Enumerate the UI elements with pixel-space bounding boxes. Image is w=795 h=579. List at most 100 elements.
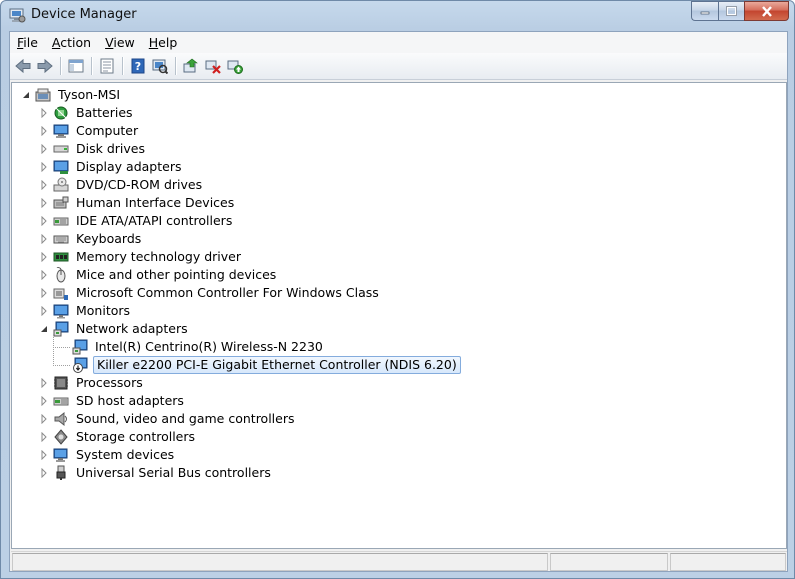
tree-device-item[interactable]: Killer e2200 PCI-E Gigabit Ethernet Cont… xyxy=(58,356,461,374)
tree-item-label: IDE ATA/ATAPI controllers xyxy=(76,213,233,228)
tree-item-label: Tyson-MSI xyxy=(58,87,121,102)
tree-item-label: System devices xyxy=(76,447,175,462)
expand-arrow-icon[interactable] xyxy=(39,252,49,262)
tree-connector xyxy=(53,347,70,348)
network-adapter-icon xyxy=(72,339,88,355)
tree-category-dvd-cd-rom-drives[interactable]: DVD/CD-ROM drives xyxy=(39,176,204,194)
tree-category-mice-and-other-pointing-devices[interactable]: Mice and other pointing devices xyxy=(39,266,278,284)
status-bar xyxy=(11,551,787,571)
expand-arrow-icon[interactable] xyxy=(39,288,49,298)
properties-icon xyxy=(100,58,114,74)
hid-icon xyxy=(53,195,69,211)
menu-action[interactable]: Action xyxy=(45,33,98,52)
minimize-button[interactable] xyxy=(691,1,718,21)
tree-category-batteries[interactable]: Batteries xyxy=(39,104,135,122)
tree-category-computer[interactable]: Computer xyxy=(39,122,140,140)
title-bar[interactable]: Device Manager xyxy=(1,1,794,31)
computer-root-icon xyxy=(35,87,51,103)
expand-arrow-icon[interactable] xyxy=(39,432,49,442)
close-button[interactable] xyxy=(744,1,789,21)
tree-category-memory-technology-driver[interactable]: Memory technology driver xyxy=(39,248,243,266)
maximize-button[interactable] xyxy=(718,1,744,21)
collapse-arrow-icon[interactable] xyxy=(39,324,49,334)
tree-item-label: Batteries xyxy=(76,105,133,120)
tree-item-label: DVD/CD-ROM drives xyxy=(76,177,203,192)
device-tree[interactable]: Tyson-MSI Batteries Computer Disk drives Dis… xyxy=(11,82,787,549)
menu-file[interactable]: File xyxy=(10,33,45,52)
tree-category-ide-ata-atapi-controllers[interactable]: IDE ATA/ATAPI controllers xyxy=(39,212,234,230)
ide-controller-icon xyxy=(53,213,69,229)
tree-category-universal-serial-bus-controllers[interactable]: Universal Serial Bus controllers xyxy=(39,464,273,482)
tree-item-label: Network adapters xyxy=(76,321,188,336)
tree-category-processors[interactable]: Processors xyxy=(39,374,145,392)
tree-category-display-adapters[interactable]: Display adapters xyxy=(39,158,183,176)
tree-device-item[interactable]: Intel(R) Centrino(R) Wireless-N 2230 xyxy=(58,338,325,356)
tree-category-disk-drives[interactable]: Disk drives xyxy=(39,140,147,158)
expand-arrow-icon[interactable] xyxy=(39,450,49,460)
scan-hardware-button[interactable] xyxy=(149,55,171,77)
status-cell xyxy=(670,553,786,571)
help-icon: ? xyxy=(131,58,145,74)
tree-category-keyboards[interactable]: Keyboards xyxy=(39,230,143,248)
tree-category-system-devices[interactable]: System devices xyxy=(39,446,176,464)
toolbar-separator xyxy=(60,57,61,75)
menu-bar: File Action View Help xyxy=(10,32,787,53)
expand-arrow-icon[interactable] xyxy=(39,144,49,154)
tree-item-label: Computer xyxy=(76,123,139,138)
expand-arrow-icon[interactable] xyxy=(39,270,49,280)
tree-category-monitors[interactable]: Monitors xyxy=(39,302,132,320)
tree-connector xyxy=(53,365,70,366)
uninstall-button[interactable] xyxy=(202,55,224,77)
expand-arrow-icon[interactable] xyxy=(39,468,49,478)
enable-device-icon xyxy=(227,60,243,74)
expand-arrow-icon[interactable] xyxy=(39,234,49,244)
help-button[interactable]: ? xyxy=(127,55,149,77)
forward-button[interactable] xyxy=(34,55,56,77)
close-icon xyxy=(761,5,772,17)
tree-category-storage-controllers[interactable]: Storage controllers xyxy=(39,428,197,446)
window-title: Device Manager xyxy=(31,7,137,22)
computer-icon xyxy=(53,123,69,139)
menu-view[interactable]: View xyxy=(98,33,142,52)
disk-drive-icon xyxy=(53,141,69,157)
device-manager-icon xyxy=(9,8,26,23)
expand-arrow-icon[interactable] xyxy=(39,180,49,190)
tree-item-label: Storage controllers xyxy=(76,429,196,444)
expand-arrow-icon[interactable] xyxy=(39,198,49,208)
expand-arrow-icon[interactable] xyxy=(39,306,49,316)
tree-category-network-adapters[interactable]: Network adapters xyxy=(39,320,190,338)
tree-item-label: Monitors xyxy=(76,303,131,318)
caption-buttons xyxy=(691,1,789,21)
menu-help[interactable]: Help xyxy=(142,33,185,52)
tree-category-sound-video-and-game-controllers[interactable]: Sound, video and game controllers xyxy=(39,410,297,428)
expand-arrow-icon[interactable] xyxy=(39,414,49,424)
expand-arrow-icon[interactable] xyxy=(39,162,49,172)
memory-icon xyxy=(53,249,69,265)
usb-icon xyxy=(53,465,69,481)
tree-category-microsoft-common-controller-for-windows-class[interactable]: Microsoft Common Controller For Windows … xyxy=(39,284,381,302)
uninstall-device-icon xyxy=(205,60,221,74)
expand-arrow-icon[interactable] xyxy=(39,126,49,136)
tree-category-human-interface-devices[interactable]: Human Interface Devices xyxy=(39,194,236,212)
expand-arrow-icon[interactable] xyxy=(39,216,49,226)
processor-icon xyxy=(53,375,69,391)
expand-arrow-icon[interactable] xyxy=(39,378,49,388)
dvd-drive-icon xyxy=(53,177,69,193)
tree-item-label: Processors xyxy=(76,375,143,390)
back-arrow-icon xyxy=(15,58,31,74)
expand-arrow-icon[interactable] xyxy=(39,108,49,118)
device-manager-window: Device Manager File Action View Help ? T… xyxy=(0,0,795,579)
tree-connector xyxy=(53,334,54,366)
back-button[interactable] xyxy=(12,55,34,77)
collapse-arrow-icon[interactable] xyxy=(21,90,31,100)
client-area: File Action View Help ? Tyson-MSI Batter… xyxy=(9,31,788,572)
tree-category-sd-host-adapters[interactable]: SD host adapters xyxy=(39,392,186,410)
tree-root-computer[interactable]: Tyson-MSI xyxy=(21,86,122,104)
enable-device-button[interactable] xyxy=(224,55,246,77)
show-hide-console-tree-icon xyxy=(68,59,84,73)
expand-arrow-icon[interactable] xyxy=(39,396,49,406)
properties-button[interactable] xyxy=(96,55,118,77)
update-driver-button[interactable] xyxy=(180,55,202,77)
tree-item-label: Human Interface Devices xyxy=(76,195,235,210)
show-hide-tree-button[interactable] xyxy=(65,55,87,77)
